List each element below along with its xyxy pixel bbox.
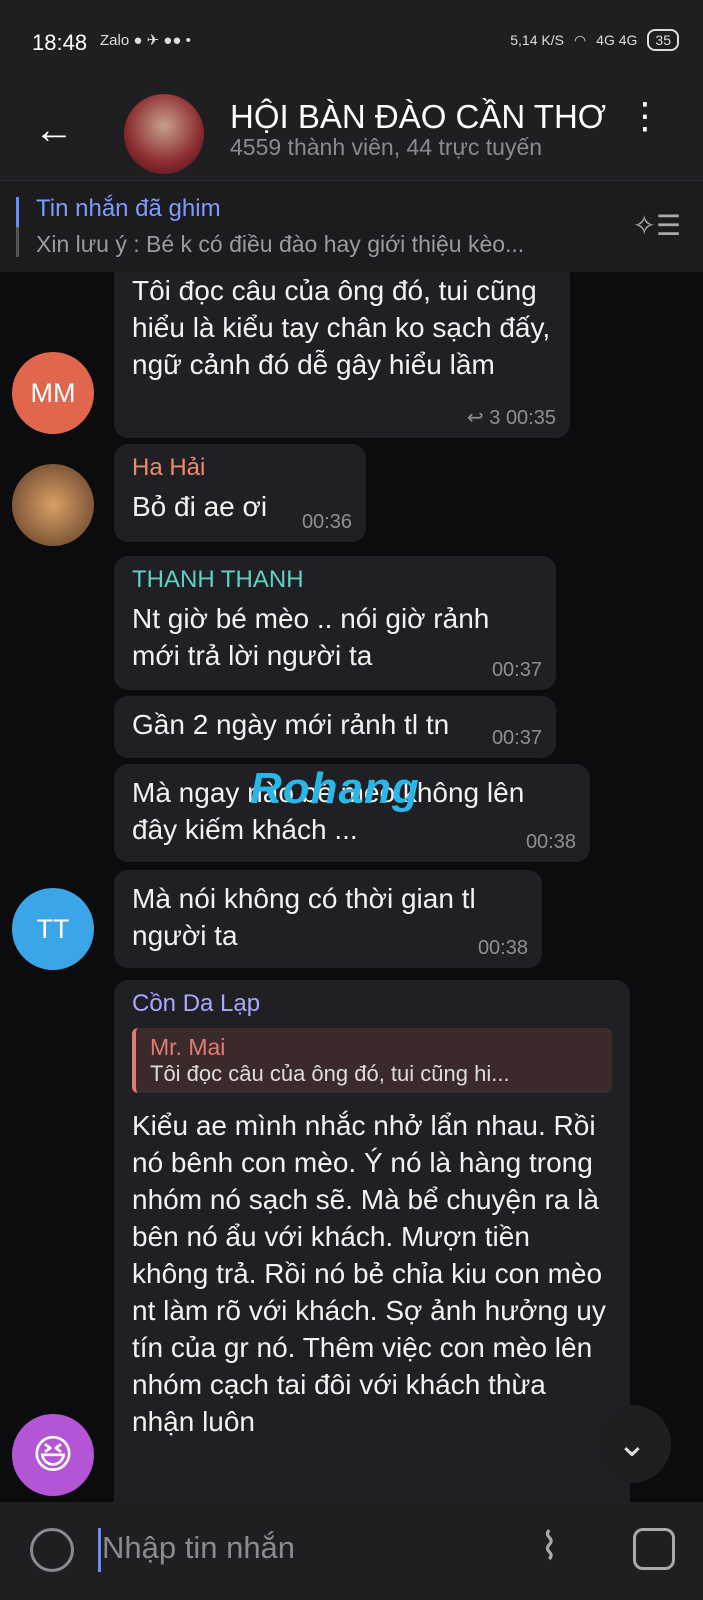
wifi-icon: ◠ — [573, 31, 587, 48]
reply-text: Tôi đọc câu của ông đó, tui cũng hi... — [150, 1061, 510, 1086]
message-time: 00:36 — [301, 511, 352, 533]
message-time: 00:37 — [491, 659, 542, 681]
message-time: 00:38 — [525, 831, 576, 853]
sender-name[interactable]: Ha Hải — [132, 454, 348, 482]
pin-list-icon[interactable]: ✧☰ — [632, 209, 681, 242]
pinned-indicator — [16, 197, 19, 257]
text-caret — [98, 1528, 101, 1572]
avatar[interactable]: 😆 — [12, 1414, 94, 1496]
notification-icons: Zalo ● ✈ ●● • — [100, 32, 191, 49]
message-meta: ↩ 3 00:35 — [466, 407, 556, 429]
group-avatar[interactable] — [124, 94, 204, 174]
pinned-preview: Xin lưu ý : Bé k có điều đào hay giới th… — [36, 231, 525, 257]
status-right: 5,14 K/S ◠ 4G 4G 35 — [510, 29, 679, 51]
back-arrow-icon[interactable]: ← — [34, 108, 74, 153]
quoted-reply[interactable]: Mr. Mai Tôi đọc câu của ông đó, tui cũng… — [132, 1028, 612, 1093]
emoji-icon[interactable] — [30, 1528, 74, 1572]
sender-name[interactable]: THANH THANH — [132, 566, 538, 594]
message-text: Kiểu ae mình nhắc nhở lẩn nhau. Rồi nó b… — [132, 1110, 606, 1437]
message-time: 00:37 — [491, 727, 542, 749]
message-time: 00:38 — [477, 937, 528, 959]
sender-name[interactable]: Cồn Da Lạp — [132, 990, 612, 1018]
net-speed: 5,14 K/S — [510, 32, 564, 48]
message-bubble[interactable]: Ha Hải Bỏ đi ae ơi 00:36 — [114, 444, 366, 542]
message-bubble[interactable]: THANH THANH Nt giờ bé mèo .. nói giờ rản… — [114, 556, 556, 690]
watermark-a: Rohang — [250, 764, 420, 813]
message-text: Nt giờ bé mèo .. nói giờ rảnh mới trả lờ… — [132, 603, 490, 671]
avatar[interactable]: MM — [12, 352, 94, 434]
message-text: Gần 2 ngày mới rảnh tl tn — [132, 709, 450, 740]
group-title[interactable]: HỘI BÀN ĐÀO CẦN THƠ — [230, 98, 610, 136]
status-time: 18:48 — [32, 30, 88, 55]
chat-header: ← HỘI BÀN ĐÀO CẦN THƠ 4559 thành viên, 4… — [0, 88, 703, 180]
group-subtitle: 4559 thành viên, 44 trực tuyến — [230, 134, 543, 160]
message-text: Mà nói không có thời gian tl người ta — [132, 883, 476, 951]
signal-icon: 4G 4G — [596, 32, 638, 48]
message-bubble[interactable]: Mà nói không có thời gian tl người ta 00… — [114, 870, 542, 968]
camera-icon[interactable] — [633, 1528, 675, 1570]
reply-author: Mr. Mai — [150, 1034, 226, 1060]
message-input[interactable]: Nhập tin nhắn — [102, 1530, 295, 1566]
chevron-down-icon: ⌄ — [616, 1423, 648, 1464]
emoji-face-icon: 😆 — [32, 1433, 74, 1477]
chat-area[interactable]: Tôi đọc câu của ông đó, tui cũng hiểu là… — [0, 272, 703, 1502]
message-bubble[interactable]: Cồn Da Lạp Mr. Mai Tôi đọc câu của ông đ… — [114, 980, 630, 1502]
message-composer: Nhập tin nhắn ⌇ — [0, 1502, 703, 1600]
message-time: 00:35 — [505, 407, 556, 429]
more-options-icon[interactable]: ⋮ — [627, 98, 663, 134]
battery-icon: 35 — [647, 29, 679, 51]
reply-count: 3 — [489, 407, 501, 429]
message-bubble[interactable]: Tôi đọc câu của ông đó, tui cũng hiểu là… — [114, 272, 570, 438]
avatar-initials: MM — [30, 377, 76, 408]
pinned-message-bar[interactable]: Tin nhắn đã ghim Xin lưu ý : Bé k có điề… — [0, 180, 703, 273]
status-bar: 18:48 Zalo ● ✈ ●● • 5,14 K/S ◠ 4G 4G 35 — [0, 0, 703, 88]
avatar[interactable]: TT — [12, 888, 94, 970]
scroll-down-button[interactable]: ⌄ — [593, 1405, 671, 1483]
message-bubble[interactable]: Gần 2 ngày mới rảnh tl tn 00:37 — [114, 696, 556, 758]
avatar-initials: TT — [36, 913, 70, 944]
avatar[interactable] — [12, 464, 94, 546]
watermark: Rohang — [250, 764, 420, 814]
attach-icon[interactable]: ⌇ — [540, 1524, 559, 1569]
pinned-label: Tin nhắn đã ghim — [36, 195, 221, 222]
message-text: Tôi đọc câu của ông đó, tui cũng hiểu là… — [132, 275, 551, 380]
